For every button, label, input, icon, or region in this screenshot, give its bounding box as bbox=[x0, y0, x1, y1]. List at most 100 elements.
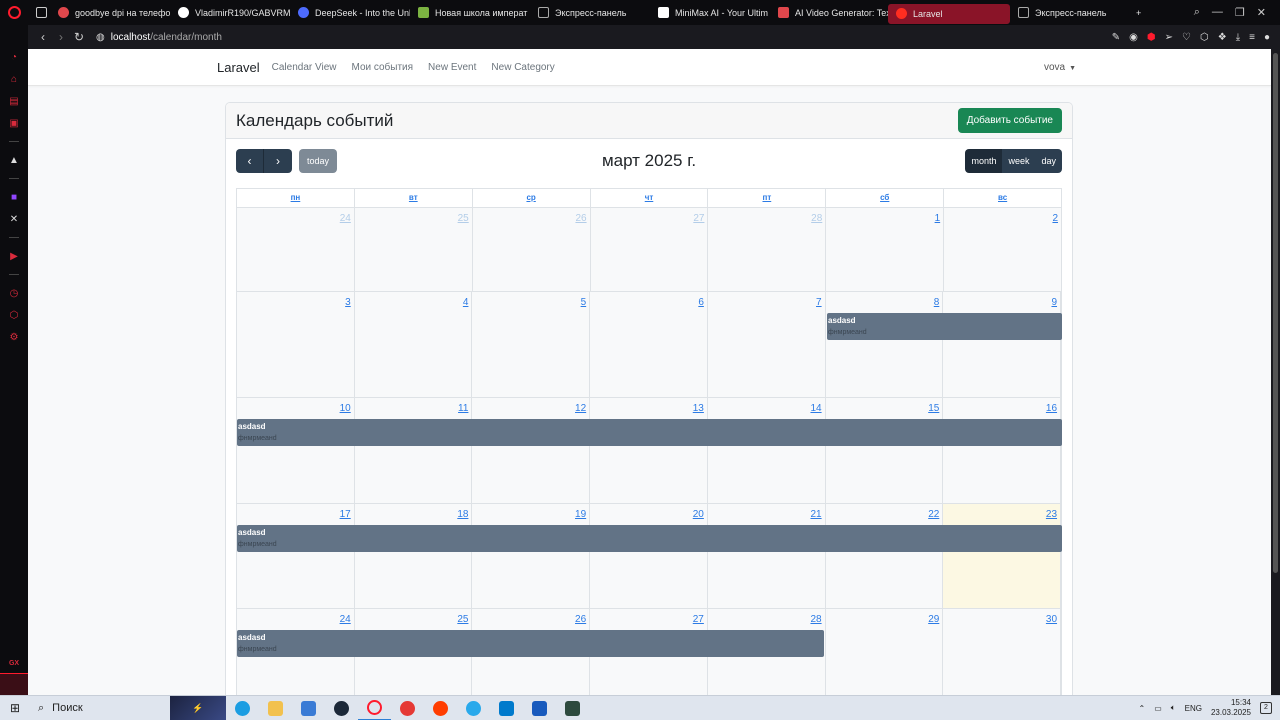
tab-0[interactable]: goodbye dpi на телефо bbox=[50, 0, 170, 25]
steam-icon[interactable] bbox=[325, 696, 358, 720]
day-cell[interactable]: 24 bbox=[237, 208, 355, 291]
day-number[interactable]: 8 bbox=[934, 297, 940, 308]
day-number[interactable]: 24 bbox=[340, 213, 351, 224]
day-cell[interactable]: 14 bbox=[707, 398, 826, 503]
extensions-icon[interactable]: ❖ bbox=[1218, 32, 1227, 43]
weekday-fri[interactable]: пт bbox=[708, 189, 827, 207]
day-cell[interactable]: 15 bbox=[825, 398, 944, 503]
day-cell[interactable]: 18 bbox=[354, 504, 473, 608]
chevron-up-icon[interactable]: ⌃ bbox=[1139, 704, 1146, 713]
day-cell[interactable]: 29 bbox=[825, 609, 944, 695]
day-number[interactable]: 28 bbox=[810, 614, 821, 625]
nav-my-events[interactable]: Мои события bbox=[352, 62, 414, 73]
new-tab-button[interactable]: + bbox=[1128, 0, 1152, 25]
opera-logo-icon[interactable] bbox=[0, 0, 28, 25]
day-cell[interactable]: 9 bbox=[943, 292, 1062, 397]
forward-icon[interactable]: › bbox=[52, 30, 70, 44]
day-number[interactable]: 2 bbox=[1052, 213, 1058, 224]
event-bar[interactable]: asdasd фнмрмeaнd bbox=[827, 313, 1062, 340]
day-number[interactable]: 20 bbox=[693, 509, 704, 520]
day-cell[interactable]: 11 bbox=[354, 398, 473, 503]
player-icon[interactable]: ▣ bbox=[6, 115, 22, 131]
terminal-icon[interactable] bbox=[556, 696, 589, 720]
notification-icon[interactable]: 2 bbox=[1260, 702, 1272, 714]
clock[interactable]: 15:34 23.03.2025 bbox=[1211, 698, 1251, 718]
account-icon[interactable]: ● bbox=[1264, 32, 1270, 43]
day-number[interactable]: 23 bbox=[1046, 509, 1057, 520]
volume-icon[interactable]: 🔈︎ bbox=[1171, 703, 1176, 713]
page-scrollbar[interactable] bbox=[1271, 49, 1280, 695]
day-number[interactable]: 29 bbox=[928, 614, 939, 625]
day-number[interactable]: 17 bbox=[340, 509, 351, 520]
camera-icon[interactable]: ◉ bbox=[1129, 32, 1138, 43]
day-cell[interactable]: 10 bbox=[237, 398, 355, 503]
vscode-icon[interactable] bbox=[490, 696, 523, 720]
day-cell[interactable]: 20 bbox=[590, 504, 708, 608]
event-bar[interactable]: asdasd фнмрмeaнd bbox=[237, 419, 1062, 446]
day-cell[interactable]: 8 bbox=[825, 292, 944, 397]
day-cell[interactable]: 25 bbox=[354, 208, 473, 291]
prev-month-button[interactable]: ‹ bbox=[236, 149, 264, 173]
shield-icon[interactable]: ⬢ bbox=[1147, 32, 1156, 43]
tab-8[interactable]: Экспресс-панель bbox=[1010, 0, 1128, 25]
day-number[interactable]: 28 bbox=[811, 213, 822, 224]
mountain-icon[interactable]: ▲ bbox=[6, 152, 22, 168]
day-cell[interactable]: 27 bbox=[590, 208, 709, 291]
add-event-button[interactable]: Добавить событие bbox=[957, 108, 1062, 133]
day-number[interactable]: 19 bbox=[575, 509, 586, 520]
day-number[interactable]: 9 bbox=[1051, 297, 1057, 308]
day-number[interactable]: 22 bbox=[928, 509, 939, 520]
weekday-thu[interactable]: чт bbox=[591, 189, 709, 207]
tab-1[interactable]: VladimirR190/GABVRM bbox=[170, 0, 290, 25]
day-cell[interactable]: 22 bbox=[825, 504, 944, 608]
day-number[interactable]: 27 bbox=[693, 213, 704, 224]
tab-4[interactable]: Экспресс-панель bbox=[530, 0, 650, 25]
bag-icon[interactable]: ⌂ bbox=[6, 71, 22, 87]
event-bar[interactable]: asdasd фнмрмeaнd bbox=[237, 525, 1062, 552]
day-cell[interactable]: 3 bbox=[237, 292, 355, 397]
pen-icon[interactable]: ✎ bbox=[1112, 32, 1120, 43]
event-bar[interactable]: asdasd фнмрмeaнd bbox=[237, 630, 824, 657]
day-cell[interactable]: 6 bbox=[590, 292, 708, 397]
day-number[interactable]: 25 bbox=[458, 213, 469, 224]
day-number[interactable]: 24 bbox=[340, 614, 351, 625]
day-cell-today[interactable]: 23 bbox=[943, 504, 1062, 608]
minimize-icon[interactable]: — bbox=[1212, 6, 1223, 19]
today-button[interactable]: today bbox=[299, 149, 337, 173]
day-cell[interactable]: 28 bbox=[708, 208, 827, 291]
day-number[interactable]: 5 bbox=[581, 297, 587, 308]
nav-calendar-view[interactable]: Calendar View bbox=[272, 62, 337, 73]
day-cell[interactable]: 5 bbox=[472, 292, 591, 397]
tab-6[interactable]: AI Video Generator: Tex bbox=[770, 0, 888, 25]
day-cell[interactable]: 19 bbox=[472, 504, 591, 608]
day-cell[interactable]: 7 bbox=[707, 292, 826, 397]
edge-icon[interactable] bbox=[226, 696, 259, 720]
download-icon[interactable]: ⤓ bbox=[1236, 32, 1240, 43]
weekday-mon[interactable]: пн bbox=[237, 189, 355, 207]
weekday-sat[interactable]: сб bbox=[826, 189, 945, 207]
tab-7-active[interactable]: Laravel bbox=[888, 3, 1010, 24]
nav-new-event[interactable]: New Event bbox=[428, 62, 476, 73]
tab-3[interactable]: Новая школа императ bbox=[410, 0, 530, 25]
day-cell[interactable]: 17 bbox=[237, 504, 355, 608]
history-icon[interactable]: ◷ bbox=[6, 285, 22, 301]
day-number[interactable]: 6 bbox=[698, 297, 704, 308]
twitch-icon[interactable]: ■ bbox=[6, 189, 22, 205]
tab-island-icon[interactable] bbox=[28, 0, 50, 25]
word-icon[interactable] bbox=[523, 696, 556, 720]
day-number[interactable]: 26 bbox=[575, 614, 586, 625]
day-cell[interactable]: 12 bbox=[472, 398, 591, 503]
day-number[interactable]: 16 bbox=[1046, 403, 1057, 414]
day-number[interactable]: 15 bbox=[928, 403, 939, 414]
explorer-icon[interactable] bbox=[259, 696, 292, 720]
scrollbar-thumb[interactable] bbox=[1273, 53, 1278, 573]
day-cell[interactable]: 2 bbox=[944, 208, 1062, 291]
menu-icon[interactable]: ≡ bbox=[1249, 32, 1255, 43]
gx-icon[interactable]: GX bbox=[9, 660, 19, 667]
aria-icon[interactable]: ◔ bbox=[6, 49, 22, 65]
weekday-tue[interactable]: вт bbox=[355, 189, 473, 207]
back-icon[interactable]: ‹ bbox=[34, 30, 52, 44]
heart-icon[interactable]: ♡ bbox=[1182, 32, 1191, 43]
day-number[interactable]: 12 bbox=[575, 403, 586, 414]
windows-start-icon[interactable]: ⊞ bbox=[0, 701, 30, 715]
